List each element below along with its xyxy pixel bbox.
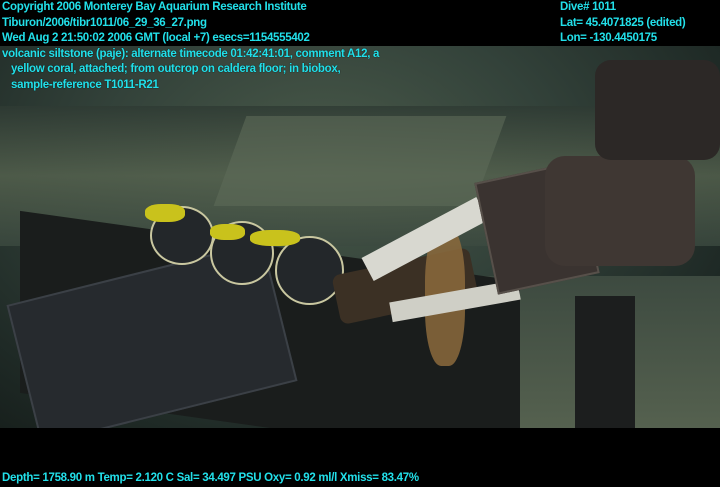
file-path-text: Tiburon/2006/tibr1011/06_29_36_27.png: [2, 16, 207, 29]
manipulator-upper: [595, 60, 720, 160]
yellow-coral: [250, 230, 300, 246]
canister: [275, 236, 344, 305]
datetime-text: Wed Aug 2 21:50:02 2006 GMT (local +7) e…: [2, 32, 310, 44]
overlay-top-right: Dive# 1011 Lat= 45.4071825 (edited) Lon=…: [560, 0, 686, 47]
longitude: Lon= -130.4450175: [560, 32, 657, 44]
sensor-readout: Depth= 1758.90 m Temp= 2.120 C Sal= 34.4…: [2, 472, 419, 484]
manipulator-arm: [545, 156, 695, 266]
annotation-line-2: yellow coral, attached; from outcrop on …: [11, 63, 341, 75]
manipulator-stand: [575, 296, 635, 428]
latitude: Lat= 45.4071825 (edited): [560, 16, 686, 29]
seafloor-plate: [213, 116, 507, 206]
copyright-text: Copyright 2006 Monterey Bay Aquarium Res…: [2, 1, 307, 13]
annotation-line-3: sample-reference T1011-R21: [11, 78, 159, 91]
dive-number: Dive# 1011: [560, 1, 616, 13]
annotation-line-1: volcanic siltstone (paje): alternate tim…: [2, 47, 380, 60]
overlay-top-left: Copyright 2006 Monterey Bay Aquarium Res…: [2, 0, 379, 93]
yellow-coral: [145, 204, 185, 222]
camera-frame: [0, 46, 720, 428]
yellow-coral: [210, 224, 245, 240]
